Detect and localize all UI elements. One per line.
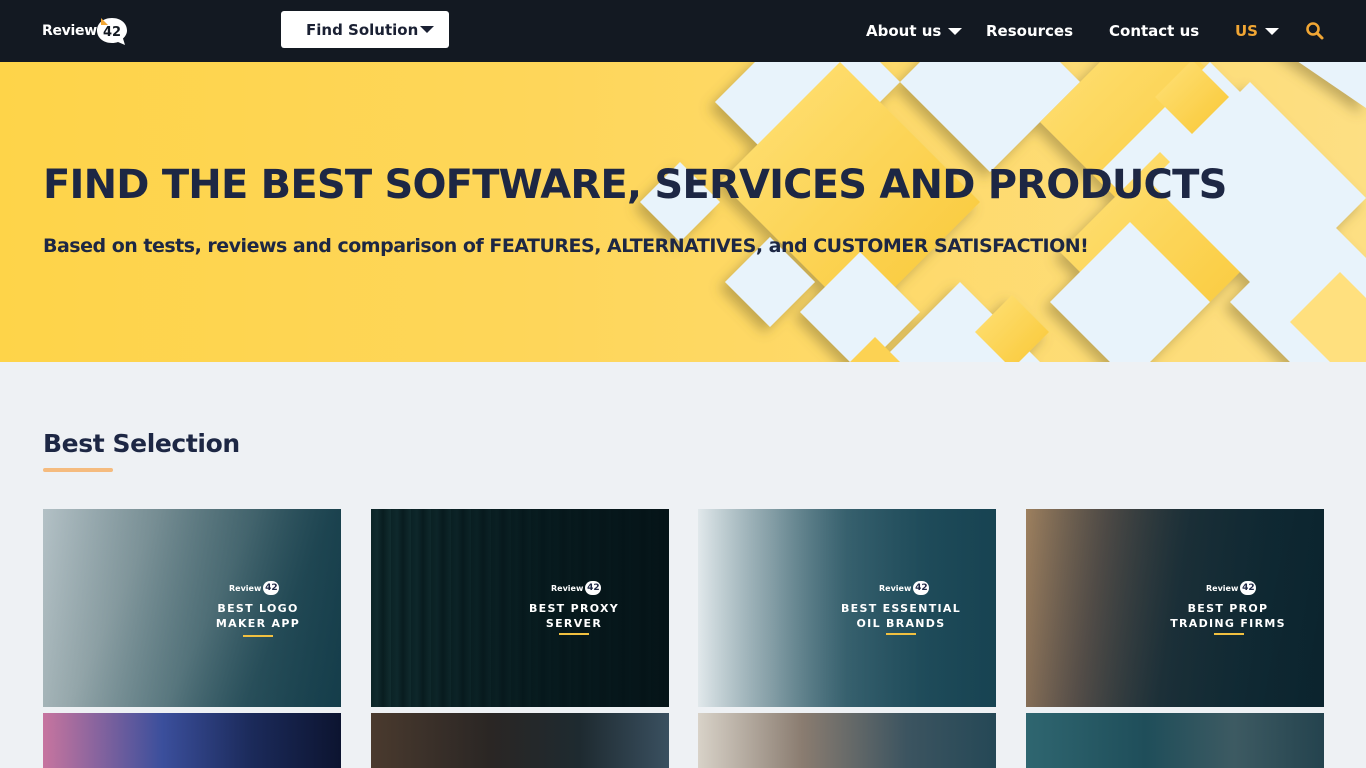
logo-badge-icon: 42 [96, 18, 127, 45]
nav-contact-label: Contact us [1109, 22, 1200, 40]
nav-resources[interactable]: Resources [986, 20, 1073, 42]
nav-about-label: About us [866, 22, 942, 40]
hero-decorative-pattern [640, 62, 1366, 362]
card-image [1026, 713, 1324, 768]
region-label: US [1235, 22, 1258, 40]
hero-title: FIND THE BEST SOFTWARE, SERVICES AND PRO… [43, 162, 1227, 208]
card-accent-bar [886, 633, 916, 635]
card-best-essential-oil-brands[interactable]: Review 42 BEST ESSENTIAL OIL BRANDS [698, 509, 996, 707]
top-navbar: Review 42 Find Solution About us Resourc… [0, 0, 1366, 62]
card-best-logo-maker-app[interactable]: Review 42 BEST LOGO MAKER APP [43, 509, 341, 707]
card-brand-logo: Review 42 [551, 581, 602, 595]
card-best-prop-trading-firms[interactable]: Review 42 BEST PROP TRADING FIRMS [1026, 509, 1324, 707]
nav-about-us[interactable]: About us [866, 20, 963, 42]
hero-banner: FIND THE BEST SOFTWARE, SERVICES AND PRO… [0, 62, 1366, 362]
card-row2-1[interactable] [43, 713, 341, 768]
card-accent-bar [559, 633, 589, 635]
best-selection-heading: Best Selection [43, 429, 240, 458]
card-accent-bar [243, 635, 273, 637]
card-row2-4[interactable] [1026, 713, 1324, 768]
nav-contact-us[interactable]: Contact us [1109, 20, 1199, 42]
card-row2-2[interactable] [371, 713, 669, 768]
card-image [43, 713, 341, 768]
find-solution-label: Find Solution [306, 20, 419, 39]
review42-logo[interactable]: Review 42 [42, 14, 129, 48]
card-image [371, 713, 669, 768]
card-title: BEST LOGO MAKER APP [215, 602, 301, 630]
hero-subtitle: Based on tests, reviews and comparison o… [43, 235, 1089, 257]
logo-badge-text: 42 [103, 25, 121, 40]
card-brand-logo: Review 42 [879, 581, 930, 595]
find-solution-dropdown[interactable]: Find Solution [281, 11, 449, 48]
card-image [698, 713, 996, 768]
chevron-down-icon [1264, 27, 1279, 35]
card-title: BEST PROP TRADING FIRMS [1170, 602, 1286, 630]
heading-underline [43, 468, 113, 472]
chevron-down-icon [948, 27, 963, 35]
chevron-down-icon [420, 26, 434, 33]
card-brand-logo: Review 42 [229, 581, 280, 595]
nav-resources-label: Resources [986, 22, 1074, 40]
card-row2-3[interactable] [698, 713, 996, 768]
card-accent-bar [1214, 633, 1244, 635]
logo-text: Review [42, 23, 97, 39]
card-brand-logo: Review 42 [1206, 581, 1257, 595]
card-best-proxy-server[interactable]: Review 42 BEST PROXY SERVER [371, 509, 669, 707]
region-selector[interactable]: US [1235, 20, 1279, 42]
search-icon[interactable] [1305, 21, 1325, 41]
card-title: BEST PROXY SERVER [528, 602, 620, 630]
card-title: BEST ESSENTIAL OIL BRANDS [840, 602, 962, 630]
